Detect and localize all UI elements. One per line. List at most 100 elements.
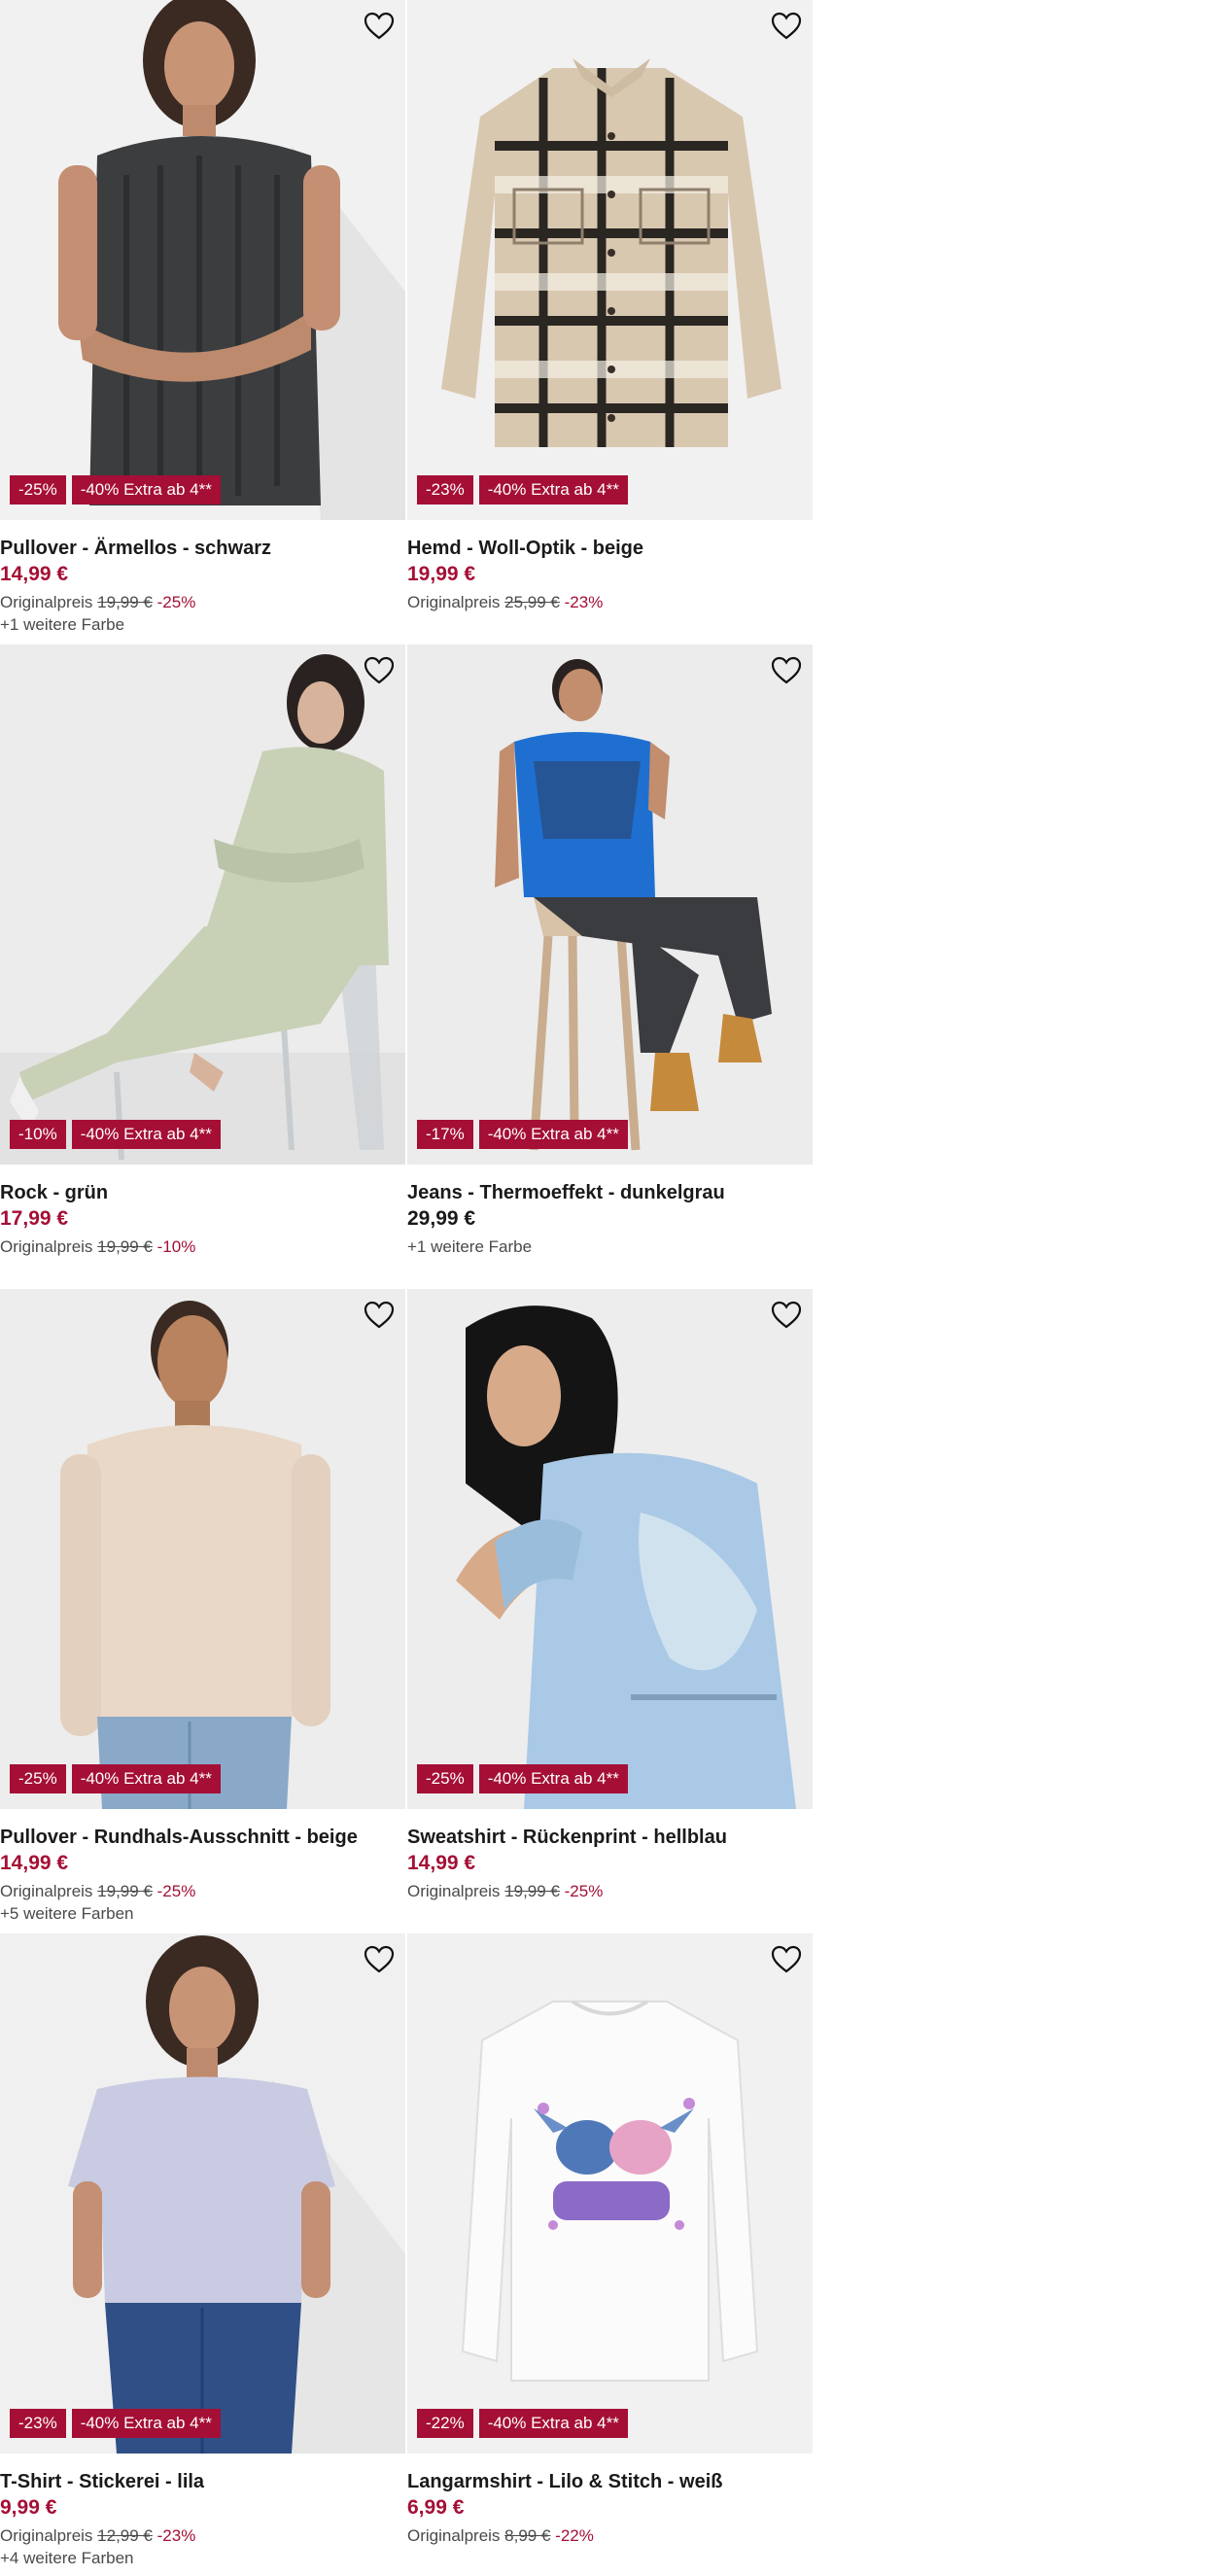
product-info: Pullover - Rundhals-Ausschnitt - beige 1… [0,1824,405,1925]
product-image[interactable]: -17% -40% Extra ab 4** [407,644,813,1165]
discount-percent: -22% [555,2526,594,2545]
product-photo [0,0,405,520]
product-image[interactable]: -23% -40% Extra ab 4** [407,0,813,520]
wishlist-button[interactable] [363,1299,396,1332]
original-price: 19,99 € [504,1882,560,1900]
heart-outline-icon [771,12,802,40]
original-price-label: Originalpreis [0,2526,93,2545]
more-colors[interactable]: +1 weitere Farbe [407,1236,813,1259]
product-image[interactable]: -25% -40% Extra ab 4** [0,0,405,520]
original-price: 25,99 € [504,593,560,611]
badge-group: -23% -40% Extra ab 4** [10,2409,221,2438]
extra-discount-badge: -40% Extra ab 4** [71,475,221,505]
product-title[interactable]: Sweatshirt - Rückenprint - hellblau [407,1824,813,1851]
discount-badge: -25% [10,475,66,505]
product-card[interactable]: -10% -40% Extra ab 4** Rock - grün 17,99… [0,644,405,1279]
product-info: Jeans - Thermoeffekt - dunkelgrau 29,99 … [407,1179,813,1259]
product-card[interactable]: -23% -40% Extra ab 4** T-Shirt - Sticker… [0,1933,405,2568]
badge-group: -25% -40% Extra ab 4** [10,475,221,505]
wishlist-button[interactable] [770,654,803,687]
product-card[interactable]: -23% -40% Extra ab 4** Hemd - Woll-Optik… [407,0,813,635]
product-info: Sweatshirt - Rückenprint - hellblau 14,9… [407,1824,813,1903]
extra-discount-badge: -40% Extra ab 4** [71,2409,221,2438]
product-title[interactable]: T-Shirt - Stickerei - lila [0,2468,405,2495]
original-price-line: Originalpreis 19,99 € -25% [0,591,405,614]
original-price: 12,99 € [97,2526,153,2545]
wishlist-button[interactable] [363,1943,396,1976]
product-image[interactable]: -22% -40% Extra ab 4** [407,1933,813,2454]
original-price: 19,99 € [97,1882,153,1900]
heart-outline-icon [364,1945,395,1973]
product-price: 29,99 € [407,1207,476,1230]
extra-discount-badge: -40% Extra ab 4** [71,1120,221,1149]
badge-group: -10% -40% Extra ab 4** [10,1120,221,1149]
product-title[interactable]: Langarmshirt - Lilo & Stitch - weiß [407,2468,813,2495]
wishlist-button[interactable] [363,654,396,687]
original-price-label: Originalpreis [407,2526,501,2545]
product-image[interactable]: -25% -40% Extra ab 4** [0,1289,405,1809]
product-card[interactable]: -17% -40% Extra ab 4** Jeans - Thermoeff… [407,644,813,1279]
product-photo [0,1933,405,2454]
wishlist-button[interactable] [770,1943,803,1976]
discount-badge: -23% [417,475,473,505]
original-price: 8,99 € [504,2526,551,2545]
product-card[interactable]: -25% -40% Extra ab 4** Sweatshirt - Rück… [407,1289,813,1924]
extra-discount-badge: -40% Extra ab 4** [478,2409,628,2438]
discount-badge: -22% [417,2409,473,2438]
product-title[interactable]: Hemd - Woll-Optik - beige [407,535,813,562]
discount-badge: -10% [10,1120,66,1149]
product-image[interactable]: -23% -40% Extra ab 4** [0,1933,405,2454]
discount-percent: -23% [564,593,604,611]
wishlist-button[interactable] [770,1299,803,1332]
more-colors[interactable]: +1 weitere Farbe [0,614,405,636]
original-price-line: Originalpreis 12,99 € -23% [0,2524,405,2548]
extra-discount-badge: -40% Extra ab 4** [478,1120,628,1149]
product-photo [407,644,813,1165]
product-card[interactable]: -25% -40% Extra ab 4** Pullover - Rundha… [0,1289,405,1924]
heart-outline-icon [364,656,395,684]
badge-group: -22% -40% Extra ab 4** [417,2409,628,2438]
original-price-label: Originalpreis [0,1237,93,1256]
discount-badge: -25% [417,1764,473,1793]
product-image[interactable]: -25% -40% Extra ab 4** [407,1289,813,1809]
wishlist-button[interactable] [770,10,803,43]
product-card[interactable]: -25% -40% Extra ab 4** Pullover - Ärmell… [0,0,405,635]
product-photo [0,644,405,1165]
discount-percent: -25% [156,1882,196,1900]
heart-outline-icon [364,1301,395,1329]
heart-outline-icon [771,656,802,684]
product-price: 6,99 € [407,2496,465,2519]
product-image[interactable]: -10% -40% Extra ab 4** [0,644,405,1165]
product-price: 19,99 € [407,563,476,585]
product-card[interactable]: -22% -40% Extra ab 4** Langarmshirt - Li… [407,1933,813,2568]
discount-percent: -25% [564,1882,604,1900]
more-colors[interactable]: +5 weitere Farben [0,1903,405,1925]
product-title[interactable]: Pullover - Ärmellos - schwarz [0,535,405,562]
badge-group: -25% -40% Extra ab 4** [417,1764,628,1793]
original-price-line: Originalpreis 19,99 € -10% [0,1236,405,1259]
product-info: Pullover - Ärmellos - schwarz 14,99 € Or… [0,535,405,636]
original-price-line: Originalpreis 25,99 € -23% [407,591,813,614]
heart-outline-icon [771,1301,802,1329]
original-price-label: Originalpreis [0,593,93,611]
heart-outline-icon [364,12,395,40]
badge-group: -25% -40% Extra ab 4** [10,1764,221,1793]
product-photo [407,1933,813,2454]
product-info: Hemd - Woll-Optik - beige 19,99 € Origin… [407,535,813,614]
discount-percent: -25% [156,593,196,611]
discount-badge: -23% [10,2409,66,2438]
discount-percent: -23% [156,2526,196,2545]
original-price: 19,99 € [97,593,153,611]
product-photo [407,1289,813,1809]
product-price: 14,99 € [0,563,69,585]
extra-discount-badge: -40% Extra ab 4** [478,475,628,505]
product-title[interactable]: Rock - grün [0,1179,405,1206]
original-price-line: Originalpreis 19,99 € -25% [0,1880,405,1903]
wishlist-button[interactable] [363,10,396,43]
product-title[interactable]: Pullover - Rundhals-Ausschnitt - beige [0,1824,405,1851]
more-colors[interactable]: +4 weitere Farben [0,2548,405,2569]
product-title[interactable]: Jeans - Thermoeffekt - dunkelgrau [407,1179,813,1206]
original-price: 19,99 € [97,1237,153,1256]
original-price-label: Originalpreis [407,593,501,611]
original-price-line: Originalpreis 19,99 € -25% [407,1880,813,1903]
